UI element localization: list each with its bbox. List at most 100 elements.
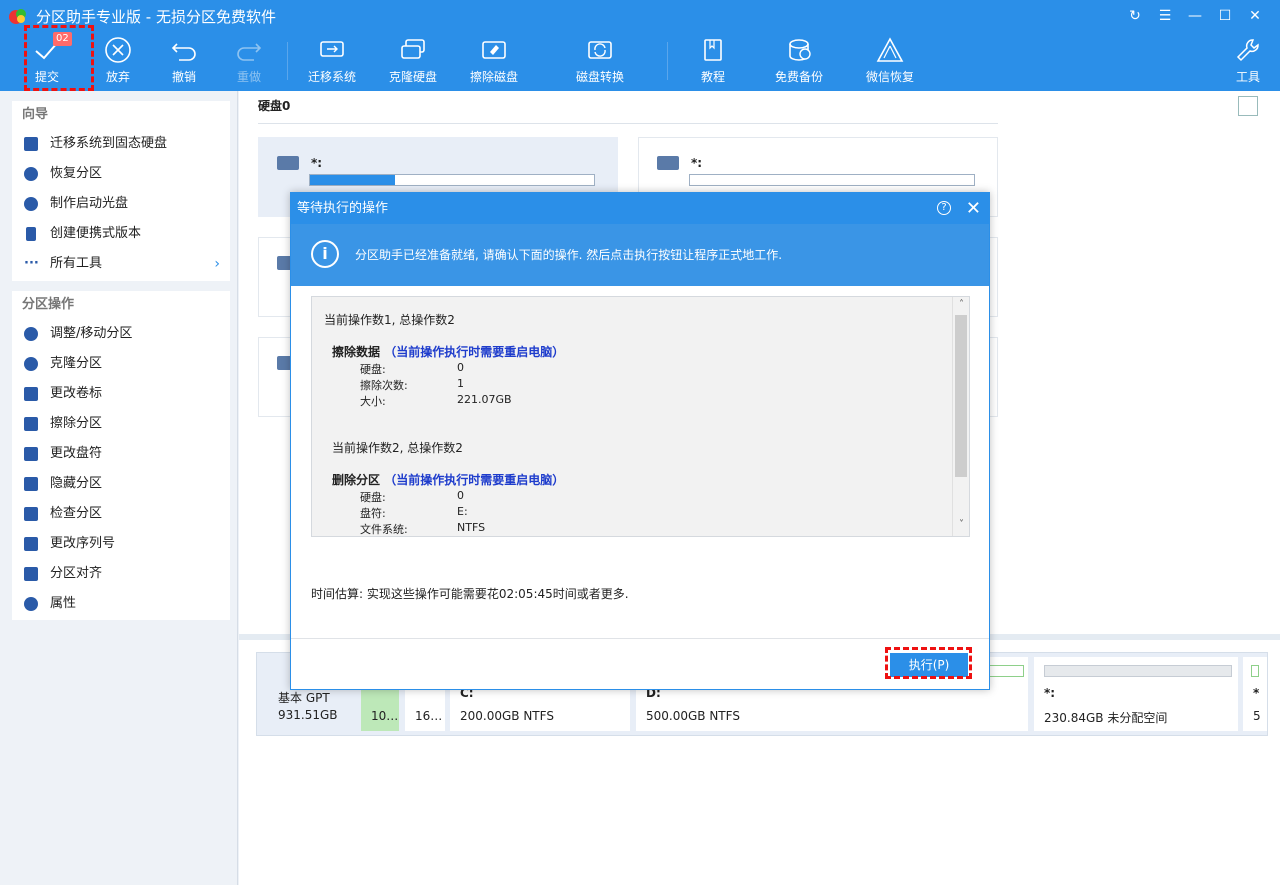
usage-bar (309, 174, 595, 186)
dialog-titlebar: 等待执行的操作 ? ✕ (291, 193, 989, 224)
sidebar-item-change-serial[interactable]: 更改序列号 (12, 529, 230, 559)
view-toggle-icon[interactable] (1238, 96, 1258, 116)
scrollbar[interactable]: ˄ ˅ (952, 297, 969, 536)
sidebar-item-label: 迁移系统到固态硬盘 (50, 136, 168, 151)
sidebar-item-label: 属性 (50, 596, 77, 611)
broom-icon (24, 417, 38, 431)
toolbar-divider (667, 42, 668, 80)
sidebar-item-change-letter[interactable]: 更改盘符 (12, 439, 230, 469)
wizard-title: 向导 (22, 107, 49, 122)
hidden-eye-icon (24, 477, 38, 491)
op-field-value: NTFS (457, 521, 486, 534)
migrate-disk-icon (320, 41, 344, 57)
op-field-value: 221.07GB (457, 393, 512, 406)
divider (291, 638, 989, 639)
minimize-button[interactable]: — (1180, 6, 1210, 26)
magnifier-icon (24, 507, 38, 521)
tutorial-button[interactable]: 教程 (683, 36, 743, 86)
sidebar-item-label: 更改序列号 (50, 536, 116, 551)
refresh-icon[interactable]: ↻ (1120, 6, 1150, 26)
align-icon (24, 567, 38, 581)
tools-label: 工具 (1235, 70, 1260, 84)
sidebar-item-resize-move[interactable]: 调整/移动分区 (12, 319, 230, 349)
sidebar-item-wipe-partition[interactable]: 擦除分区 (12, 409, 230, 439)
sidebar-item-align-partition[interactable]: 分区对齐 (12, 559, 230, 589)
clone-label: 克隆硬盘 (388, 70, 437, 84)
wipe-disk-button[interactable]: 擦除磁盘 (464, 36, 524, 86)
more-dots-icon: ··· (24, 256, 39, 271)
undo-button[interactable]: 撤销 (154, 36, 214, 86)
disk-type: 基本 GPT (278, 691, 330, 705)
convert-label: 磁盘转换 (575, 70, 624, 84)
cancel-circle-icon (105, 37, 131, 63)
discard-button[interactable]: 放弃 (88, 36, 148, 86)
drive-icon (657, 156, 679, 170)
wipe-label: 擦除磁盘 (469, 70, 518, 84)
chevron-right-icon: › (214, 256, 220, 272)
clone-disk-button[interactable]: 克隆硬盘 (383, 36, 443, 86)
disk-map-header[interactable]: 基本 GPT 931.51GB (278, 690, 338, 724)
disc-icon (24, 197, 38, 211)
op-field-label: 硬盘: (360, 363, 386, 376)
tools-button[interactable]: 工具 (1218, 36, 1278, 86)
op-field-value: E: (457, 505, 468, 518)
redo-icon (237, 43, 262, 61)
sidebar-item-label: 检查分区 (50, 506, 103, 521)
migrate-label: 迁移系统 (307, 70, 356, 84)
usage-bar (689, 174, 975, 186)
dialog-info-text: 分区助手已经准备就绪, 请确认下面的操作. 然后点击执行按钮让程序正式地工作. (355, 248, 783, 262)
scrollbar-thumb[interactable] (955, 315, 967, 477)
info-icon: i (311, 240, 339, 268)
menu-icon[interactable]: ☰ (1150, 6, 1180, 26)
maximize-button[interactable]: ☐ (1210, 6, 1240, 26)
redo-button[interactable]: 重做 (219, 36, 279, 86)
close-window-button[interactable]: ✕ (1240, 6, 1270, 26)
drive-icon (277, 156, 299, 170)
wipe-disk-icon (482, 41, 506, 59)
sidebar-item-label: 恢复分区 (50, 166, 103, 181)
sidebar-item-all-tools[interactable]: ··· 所有工具 › (12, 249, 230, 279)
backup-label: 免费备份 (774, 70, 823, 84)
recovery-icon (876, 37, 904, 62)
segment-name: *: (1044, 686, 1056, 700)
sidebar-item-hide-partition[interactable]: 隐藏分区 (12, 469, 230, 499)
sidebar-item-properties[interactable]: 属性 (12, 589, 230, 619)
sidebar-item-portable-version[interactable]: 创建便携式版本 (12, 219, 230, 249)
free-backup-button[interactable]: 免费备份 (769, 36, 829, 86)
op-field-label: 大小: (360, 395, 386, 408)
segment-name: * (1253, 686, 1260, 700)
op-field-label: 盘符: (360, 507, 386, 520)
partition-ops-panel: 分区操作 调整/移动分区 克隆分区 更改卷标 擦除分区 更改盘符 隐藏分区 检查… (12, 291, 230, 620)
clone-disk-icon (401, 39, 425, 59)
sidebar-item-clone-partition[interactable]: 克隆分区 (12, 349, 230, 379)
op-counter: 当前操作数1, 总操作数2 (324, 313, 455, 327)
sidebar-item-label: 擦除分区 (50, 416, 103, 431)
window-title: 分区助手专业版 - 无损分区免费软件 (36, 8, 276, 26)
close-icon[interactable]: ✕ (966, 193, 981, 224)
wizard-panel: 向导 迁移系统到固态硬盘 恢复分区 制作启动光盘 创建便携式版本 ··· 所有工具… (12, 101, 230, 281)
disk-segment[interactable]: * 5 (1243, 657, 1267, 731)
op-field-value: 1 (457, 377, 464, 390)
op-header: 删除分区 （当前操作执行时需要重启电脑） (332, 471, 564, 488)
disk-segment[interactable]: *: 230.84GB 未分配空间 (1034, 657, 1238, 731)
operations-list[interactable]: 当前操作数1, 总操作数2 擦除数据 （当前操作执行时需要重启电脑） 硬盘: 0… (311, 296, 970, 537)
sidebar-item-migrate-ssd[interactable]: 迁移系统到固态硬盘 (12, 129, 230, 159)
sidebar-item-check-partition[interactable]: 检查分区 (12, 499, 230, 529)
scroll-up-icon[interactable]: ˄ (953, 299, 969, 315)
partition-card-label: *: (311, 156, 323, 170)
dialog-info-banner: i 分区助手已经准备就绪, 请确认下面的操作. 然后点击执行按钮让程序正式地工作… (291, 224, 989, 286)
sidebar-item-recover-partition[interactable]: 恢复分区 (12, 159, 230, 189)
op-name: 删除分区 (332, 473, 381, 487)
usage-bar-fill (310, 175, 396, 185)
wechat-label: 微信恢复 (865, 70, 914, 84)
sidebar-item-label: 所有工具 (50, 256, 103, 271)
wechat-recovery-button[interactable]: 微信恢复 (860, 36, 920, 86)
migrate-os-button[interactable]: 迁移系统 (302, 36, 362, 86)
clone-partition-icon (24, 357, 38, 371)
help-icon[interactable]: ? (937, 201, 951, 215)
scroll-down-icon[interactable]: ˅ (953, 519, 969, 535)
sidebar-item-bootable-disc[interactable]: 制作启动光盘 (12, 189, 230, 219)
disk-convert-button[interactable]: 磁盘转换 (570, 36, 630, 86)
tutorial-label: 教程 (700, 70, 725, 84)
sidebar-item-change-label[interactable]: 更改卷标 (12, 379, 230, 409)
